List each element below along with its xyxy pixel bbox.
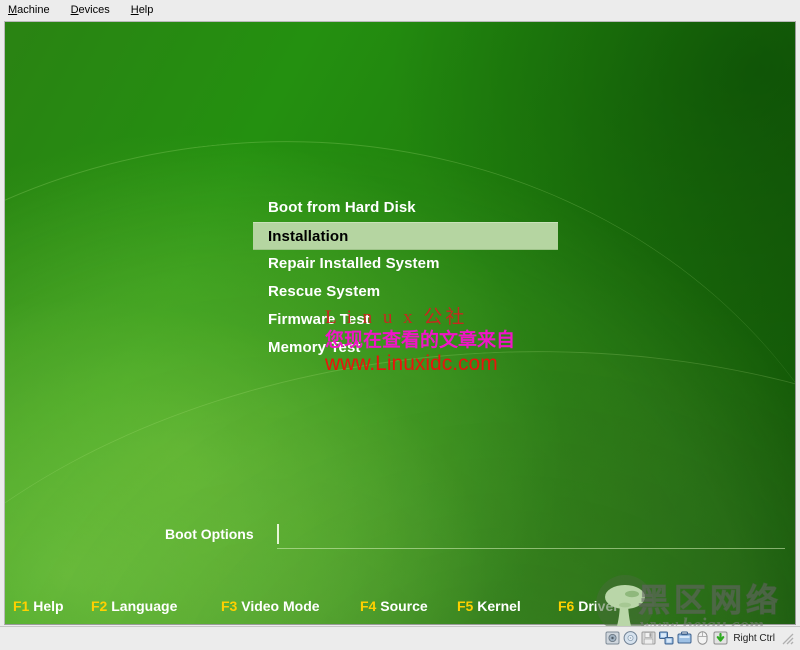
function-key-f1-name: Help bbox=[33, 598, 64, 614]
boot-options-row: Boot Options bbox=[155, 522, 785, 550]
guest-screen[interactable]: Boot from Hard Disk Installation Repair … bbox=[4, 21, 796, 625]
function-key-f2-language[interactable]: F2 Language English (US) bbox=[91, 598, 178, 624]
function-key-f5-key: F5 bbox=[457, 598, 474, 614]
function-key-f3-name: Video Mode bbox=[241, 598, 320, 614]
boot-menu-item-repair-installed-system[interactable]: Repair Installed System bbox=[253, 250, 558, 278]
function-key-f5-name: Kernel bbox=[477, 598, 521, 614]
mouse-icon[interactable] bbox=[694, 630, 711, 646]
boot-options-input[interactable] bbox=[277, 522, 785, 549]
vm-status-bar: Right Ctrl bbox=[0, 626, 800, 648]
boot-menu-list: Boot from Hard Disk Installation Repair … bbox=[253, 194, 558, 362]
window-menubar: Machine Devices Help bbox=[0, 0, 800, 20]
function-key-f4-name: Source bbox=[380, 598, 428, 614]
text-cursor-icon bbox=[277, 524, 279, 544]
function-key-f6-value: No bbox=[558, 621, 619, 624]
menu-machine-mnemonic: M bbox=[8, 4, 18, 16]
cd-dvd-icon[interactable] bbox=[622, 630, 639, 646]
boot-menu-item-rescue-system[interactable]: Rescue System bbox=[253, 278, 558, 306]
window-resize-grip[interactable] bbox=[781, 632, 794, 645]
function-key-f6-key: F6 bbox=[558, 598, 575, 614]
menu-help-rest: elp bbox=[138, 4, 154, 16]
host-key-label: Right Ctrl bbox=[733, 632, 775, 644]
menu-devices-rest: evices bbox=[78, 4, 110, 16]
network-icon[interactable] bbox=[658, 630, 675, 646]
function-key-f5-kernel[interactable]: F5 Kernel Default bbox=[457, 598, 521, 624]
function-key-f3-value: 800 x 600 bbox=[221, 621, 320, 624]
function-key-f6-driver[interactable]: F6 Driver No bbox=[558, 598, 619, 624]
menu-machine-rest: achine bbox=[17, 4, 50, 16]
function-key-f3-key: F3 bbox=[221, 598, 238, 614]
function-key-f2-value: English (US) bbox=[91, 621, 177, 624]
function-key-f1-help[interactable]: F1 Help bbox=[13, 598, 64, 621]
menu-devices[interactable]: Devices bbox=[71, 0, 110, 20]
function-key-f4-source[interactable]: F4 Source DVD bbox=[360, 598, 428, 624]
hostkey-icon[interactable] bbox=[712, 630, 729, 646]
function-key-f5-value: Default bbox=[457, 621, 521, 624]
function-key-f1-key: F1 bbox=[13, 598, 30, 614]
function-key-f2-key: F2 bbox=[91, 598, 108, 614]
usb-icon[interactable] bbox=[676, 630, 693, 646]
function-key-bar: F1 Help F2 Language English (US) F3 Vide… bbox=[5, 594, 795, 624]
harddisk-icon[interactable] bbox=[604, 630, 621, 646]
function-key-f6-name: Driver bbox=[578, 598, 619, 614]
boot-menu-item-memory-test[interactable]: Memory Test bbox=[253, 334, 558, 362]
function-key-f3-video-mode[interactable]: F3 Video Mode 800 x 600 bbox=[221, 598, 320, 624]
menu-machine[interactable]: Machine bbox=[8, 0, 50, 20]
menu-devices-mnemonic: D bbox=[70, 4, 79, 16]
boot-menu-item-installation[interactable]: Installation bbox=[253, 222, 558, 250]
boot-options-label: Boot Options bbox=[165, 526, 254, 542]
menu-help-mnemonic: H bbox=[130, 4, 139, 16]
floppy-icon[interactable] bbox=[640, 630, 657, 646]
function-key-f2-name: Language bbox=[111, 598, 178, 614]
boot-menu-item-firmware-test[interactable]: Firmware Test bbox=[253, 306, 558, 334]
boot-menu-item-boot-from-hard-disk[interactable]: Boot from Hard Disk bbox=[253, 194, 558, 222]
function-key-f4-value: DVD bbox=[360, 621, 428, 624]
status-bar-icon-group: Right Ctrl bbox=[604, 629, 794, 647]
menu-help[interactable]: Help bbox=[131, 0, 154, 20]
function-key-f4-key: F4 bbox=[360, 598, 377, 614]
